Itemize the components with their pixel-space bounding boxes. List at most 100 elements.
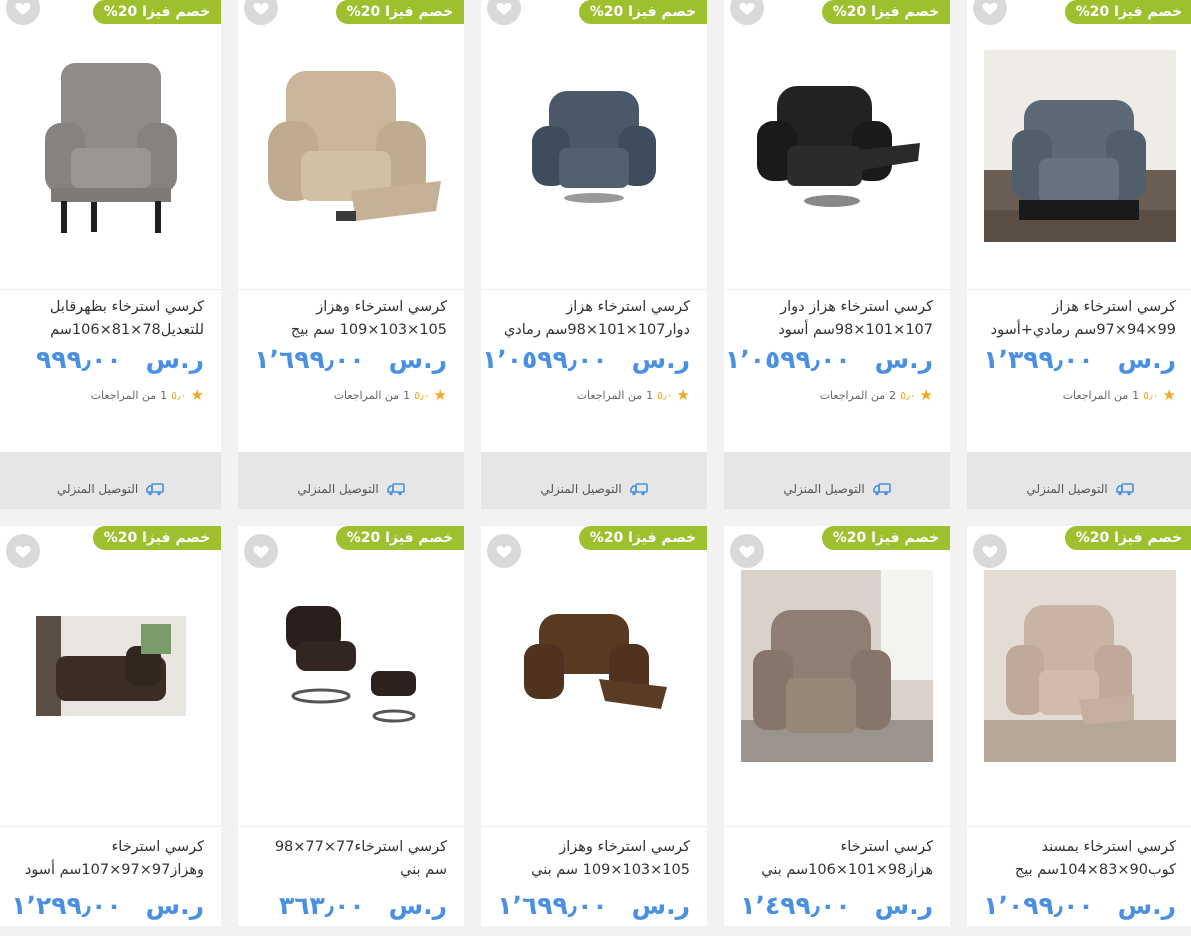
- currency-label: ر.س: [388, 345, 447, 374]
- home-delivery: التوصيل المنزلي: [967, 452, 1191, 509]
- product-image[interactable]: [238, 28, 464, 263]
- currency-label: ر.س: [145, 891, 204, 920]
- divider: [238, 826, 464, 827]
- rating: ★ ٥٫٠ 1 من المراجعات: [334, 386, 447, 404]
- rating: ★ ٥٫٠ 1 من المراجعات: [577, 386, 690, 404]
- truck-icon: [872, 482, 891, 495]
- product-card[interactable]: خصم فيزا 20% كرسي استرخاء هزاز دوار 107×…: [724, 0, 950, 509]
- product-card[interactable]: خصم فيزا 20% كرسي استرخاء بظهرقابل للتعد…: [0, 0, 221, 509]
- product-card[interactable]: خصم فيزا 20% كرسي استرخاء هزاز 99×94×97س…: [967, 0, 1191, 509]
- rating-score: ٥٫٠: [171, 388, 187, 402]
- reviews-label: من المراجعات: [333, 388, 400, 402]
- reviews-label: من المراجعات: [1062, 388, 1129, 402]
- visa-discount-badge: خصم فيزا 20%: [336, 526, 464, 550]
- visa-discount-badge: خصم فيزا 20%: [579, 526, 707, 550]
- product-price: ر.س ١٬٦٩٩٫٠٠: [495, 891, 690, 920]
- product-title[interactable]: كرسي استرخاء بظهرقابل للتعديل78×81×106سم: [14, 296, 204, 342]
- price-value: ٣٦٣٫٠٠: [278, 891, 365, 920]
- price-value: ١٬٠٥٩٩٫٠٠: [481, 345, 608, 374]
- truck-icon: [629, 482, 648, 495]
- product-image[interactable]: [0, 566, 221, 766]
- price-value: ١٬٠٩٩٫٠٠: [983, 891, 1094, 920]
- visa-discount-badge: خصم فيزا 20%: [822, 0, 950, 24]
- product-title[interactable]: كرسي استرخاء77×77×98 سم بني: [252, 836, 447, 882]
- heart-icon[interactable]: [973, 0, 1007, 25]
- product-card[interactable]: خصم فيزا 20% كرسي استرخاء بمسند كوب90×83…: [967, 526, 1191, 926]
- rating: ★ ٥٫٠ 1 من المراجعات: [91, 386, 204, 404]
- price-value: ١٬٦٩٩٫٠٠: [254, 345, 365, 374]
- currency-label: ر.س: [1117, 345, 1176, 374]
- review-count: 1: [160, 388, 168, 402]
- heart-icon[interactable]: [730, 0, 764, 25]
- visa-discount-badge: خصم فيزا 20%: [336, 0, 464, 24]
- product-card[interactable]: خصم فيزا 20% كرسي استرخاء وهزاز 105×103×…: [238, 0, 464, 509]
- heart-icon[interactable]: [244, 0, 278, 25]
- product-title[interactable]: كرسي استرخاء وهزاز 105×103×109 سم بني: [495, 836, 690, 882]
- product-image[interactable]: [0, 28, 221, 263]
- product-title[interactable]: كرسي استرخاء هزاز دوار 107×101×98سم أسود: [738, 296, 933, 342]
- product-title[interactable]: كرسي استرخاء هزاز98×101×106سم بني: [738, 836, 933, 882]
- heart-icon[interactable]: [487, 534, 521, 568]
- heart-icon[interactable]: [6, 0, 40, 25]
- review-count: 2: [889, 388, 897, 402]
- heart-icon[interactable]: [244, 534, 278, 568]
- divider: [967, 289, 1191, 290]
- heart-icon[interactable]: [730, 534, 764, 568]
- price-value: ١٬٤٩٩٫٠٠: [740, 891, 851, 920]
- visa-discount-badge: خصم فيزا 20%: [93, 526, 221, 550]
- product-price: ر.س ٣٦٣٫٠٠: [252, 891, 447, 920]
- heart-icon[interactable]: [6, 534, 40, 568]
- divider: [481, 826, 707, 827]
- product-price: ر.س ١٬٠٥٩٩٫٠٠: [482, 345, 690, 374]
- product-card[interactable]: خصم فيزا 20% كرسي استرخاء هزاز دوار107×1…: [481, 0, 707, 509]
- heart-icon[interactable]: [973, 534, 1007, 568]
- currency-label: ر.س: [388, 891, 447, 920]
- rating: ★ ٥٫٠ 1 من المراجعات: [1063, 386, 1176, 404]
- product-price: ر.س ٩٩٩٫٠٠: [14, 345, 204, 374]
- home-delivery: التوصيل المنزلي: [724, 452, 950, 509]
- divider: [0, 289, 221, 290]
- truck-icon: [386, 482, 405, 495]
- heart-icon[interactable]: [487, 0, 521, 25]
- product-image[interactable]: [967, 28, 1191, 263]
- product-image[interactable]: [238, 566, 464, 766]
- product-title[interactable]: كرسي استرخاء هزاز 99×94×97سم رمادي+أسود: [981, 296, 1176, 342]
- product-image[interactable]: [967, 566, 1191, 766]
- delivery-label: التوصيل المنزلي: [1026, 481, 1108, 496]
- product-card[interactable]: خصم فيزا 20% كرسي استرخاء هزاز98×101×106…: [724, 526, 950, 926]
- star-icon: ★: [1162, 386, 1176, 404]
- product-price: ر.س ١٬٦٩٩٫٠٠: [252, 345, 447, 374]
- product-card[interactable]: خصم فيزا 20% كرسي استرخاء77×77×98 سم بني…: [238, 526, 464, 926]
- product-title[interactable]: كرسي استرخاء بمسند كوب90×83×104سم بيج: [981, 836, 1176, 882]
- price-value: ١٬٢٩٩٫٠٠: [11, 891, 122, 920]
- currency-label: ر.س: [631, 891, 690, 920]
- product-grid: خصم فيزا 20% كرسي استرخاء بظهرقابل للتعد…: [0, 0, 1191, 926]
- delivery-label: التوصيل المنزلي: [297, 481, 379, 496]
- truck-icon: [1115, 482, 1134, 495]
- review-count: 1: [403, 388, 411, 402]
- product-image[interactable]: [481, 28, 707, 263]
- product-image[interactable]: [724, 28, 950, 263]
- product-price: ر.س ١٬٠٥٩٩٫٠٠: [725, 345, 933, 374]
- product-card[interactable]: خصم فيزا 20% كرسي استرخاء وهزاز97×97×107…: [0, 526, 221, 926]
- product-card[interactable]: خصم فيزا 20% كرسي استرخاء وهزاز 105×103×…: [481, 526, 707, 926]
- product-title[interactable]: كرسي استرخاء هزاز دوار107×101×98سم رمادي: [495, 296, 690, 342]
- product-image[interactable]: [481, 566, 707, 766]
- divider: [724, 826, 950, 827]
- product-price: ر.س ١٬٤٩٩٫٠٠: [738, 891, 933, 920]
- product-title[interactable]: كرسي استرخاء وهزاز97×97×107سم أسود: [14, 836, 204, 882]
- home-delivery: التوصيل المنزلي: [0, 452, 221, 509]
- divider: [967, 826, 1191, 827]
- review-count: 1: [1132, 388, 1140, 402]
- product-title[interactable]: كرسي استرخاء وهزاز 105×103×109 سم بيج: [252, 296, 447, 342]
- delivery-label: التوصيل المنزلي: [56, 481, 139, 496]
- currency-label: ر.س: [145, 345, 204, 374]
- reviews-label: من المراجعات: [90, 388, 157, 402]
- rating: ★ ٥٫٠ 2 من المراجعات: [820, 386, 933, 404]
- currency-label: ر.س: [1117, 891, 1176, 920]
- product-image[interactable]: [724, 566, 950, 766]
- star-icon: ★: [190, 386, 204, 404]
- currency-label: ر.س: [874, 345, 933, 374]
- visa-discount-badge: خصم فيزا 20%: [93, 0, 221, 24]
- rating-score: ٥٫٠: [414, 388, 430, 402]
